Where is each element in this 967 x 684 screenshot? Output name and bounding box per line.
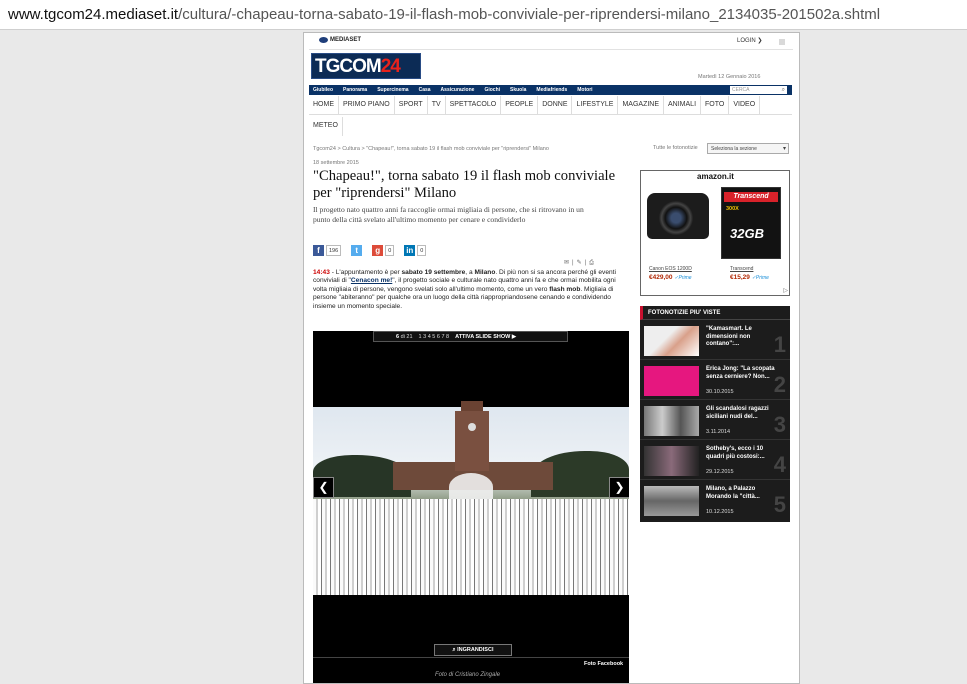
fotonotizia-item[interactable]: "Kamasmart. Le dimensioni non contano":.…	[640, 320, 790, 360]
gallery-photo[interactable]	[313, 401, 629, 595]
fotonotizia-thumbnail[interactable]	[644, 366, 699, 396]
nav-item-magazine[interactable]: MAGAZINE	[618, 96, 665, 114]
partner-link[interactable]: Panorama	[343, 87, 367, 93]
amazon-ad[interactable]: amazon.it Transcend 300X 32GB Canon EOS …	[640, 170, 790, 296]
nav-item-tv[interactable]: TV	[428, 96, 446, 114]
main-nav: HOME PRIMO PIANO SPORT TV SPETTACOLO PEO…	[309, 96, 792, 115]
product-price: €429,00 ✓Prime	[649, 274, 692, 281]
fotonotizie-box: FOTONOTIZIE PIU' VISTE "Kamasmart. Le di…	[640, 306, 790, 522]
googleplus-count: 0	[385, 245, 395, 256]
enlarge-button[interactable]: ⌕ INGRANDISCI	[434, 644, 512, 656]
current-date: Martedì 12 Gennaio 2016	[698, 74, 761, 80]
photo-gallery: 6 di 21 1 3 4 5 6 7 8 ATTIVA SLIDE SHOW ▶ …	[313, 331, 629, 683]
photo-credit-source: Foto Facebook	[584, 661, 624, 667]
partner-link[interactable]: Giochi	[484, 87, 500, 93]
gallery-footer: Foto Facebook Foto di Cristiano Zingale	[313, 657, 629, 683]
nav-item-home[interactable]: HOME	[309, 96, 339, 114]
linkedin-count: 0	[417, 245, 427, 256]
nav-item-donne[interactable]: DONNE	[538, 96, 573, 114]
partner-link[interactable]: Skuola	[510, 87, 526, 93]
facebook-count: 196	[326, 245, 342, 256]
fotonotizia-thumbnail[interactable]	[644, 326, 699, 356]
fotonotizie-label: Tutte le fotonotizie	[653, 145, 698, 151]
camera-image[interactable]	[647, 193, 709, 239]
search-input[interactable]: CERCA ⌕	[730, 86, 787, 94]
partner-link[interactable]: Casa	[419, 87, 431, 93]
search-icon[interactable]: ⌕	[782, 86, 785, 94]
partner-bar: Giubileo Panorama Supercinema Casa Assic…	[309, 85, 792, 95]
nav-item-spettacolo[interactable]: SPETTACOLO	[446, 96, 502, 114]
web-page: MEDIASET LOGIN ❯ TGCOM24 Martedì 12 Genn…	[303, 32, 800, 684]
article-body: 14:43 - L'appuntamento è per sabato 19 s…	[313, 269, 616, 310]
amazon-logo: amazon.it	[697, 172, 734, 181]
googleplus-icon[interactable]: g	[372, 245, 384, 256]
sd-card-image[interactable]: Transcend 300X 32GB	[721, 187, 781, 259]
top-strip: MEDIASET LOGIN ❯	[309, 36, 793, 50]
adchoices-icon[interactable]: ▷	[783, 287, 788, 294]
product-price: €15,29 ✓Prime	[730, 274, 769, 281]
fotonotizia-thumbnail[interactable]	[644, 446, 699, 476]
partner-link[interactable]: Assicurazione	[441, 87, 475, 93]
article-subtitle: Il progetto nato quattro anni fa raccogl…	[313, 205, 584, 224]
partner-link[interactable]: Mediafriends	[536, 87, 567, 93]
nav-item-primo-piano[interactable]: PRIMO PIANO	[339, 96, 395, 114]
fotonotizia-item[interactable]: Gli scandalosi ragazzi siciliani nudi de…	[640, 400, 790, 440]
fotonotizia-item[interactable]: Erica Jong: "La scopata senza cerniere? …	[640, 360, 790, 400]
social-share-bar: f 196 t g 0 in 0	[313, 245, 434, 256]
fotonotizia-item[interactable]: Sotheby's, ecco i 10 quadri più costosi:…	[640, 440, 790, 480]
mediaset-icon	[319, 37, 328, 43]
fotonotizia-thumbnail[interactable]	[644, 486, 699, 516]
login-link[interactable]: LOGIN ❯	[737, 37, 762, 44]
article-time: 14:43	[313, 269, 330, 276]
nav-item-people[interactable]: PEOPLE	[501, 96, 539, 114]
gallery-pager: 6 di 21 1 3 4 5 6 7 8 ATTIVA SLIDE SHOW ▶	[373, 331, 568, 342]
product-name-link[interactable]: Canon EOS 1200D	[649, 266, 692, 272]
section-select[interactable]: Seleziona la sezione ▾	[707, 143, 789, 154]
cenaconme-link[interactable]: Cenacon me!	[351, 277, 392, 284]
url-domain: www.tgcom24.mediaset.it	[8, 6, 179, 23]
photo-caption: Foto di Cristiano Zingale	[435, 672, 501, 678]
nav-item-meteo[interactable]: METEO	[309, 117, 343, 136]
nav-item-video[interactable]: VIDEO	[729, 96, 761, 114]
fotonotizie-header: FOTONOTIZIE PIU' VISTE	[640, 306, 790, 320]
fotonotizia-item[interactable]: Milano, a Palazzo Morando la "città... 1…	[640, 480, 790, 520]
twitter-icon[interactable]: t	[351, 245, 363, 256]
fotonotizia-thumbnail[interactable]	[644, 406, 699, 436]
linkedin-icon[interactable]: in	[404, 245, 416, 256]
breadcrumb[interactable]: Tgcom24 > Cultura > "Chapeau!", torna sa…	[313, 146, 549, 152]
article-title: "Chapeau!", torna sabato 19 il flash mob…	[313, 168, 616, 201]
product-name-link[interactable]: Transcend	[730, 266, 753, 272]
address-bar[interactable]: www.tgcom24.mediaset.it/cultura/-chapeau…	[0, 0, 967, 30]
article-date: 18 settembre 2015	[313, 160, 359, 166]
partner-link[interactable]: Supercinema	[377, 87, 408, 93]
nav-item-foto[interactable]: FOTO	[701, 96, 730, 114]
slideshow-button[interactable]: ATTIVA SLIDE SHOW ▶	[455, 332, 516, 341]
tgcom24-logo[interactable]: TGCOM24	[311, 53, 421, 79]
partner-link[interactable]: Motori	[577, 87, 592, 93]
gallery-prev-button[interactable]: ❮	[313, 477, 334, 498]
nav-item-sport[interactable]: SPORT	[395, 96, 428, 114]
gallery-page-links[interactable]: 1 3 4 5 6 7 8	[419, 332, 450, 341]
url-path: /cultura/-chapeau-torna-sabato-19-il-fla…	[178, 6, 881, 23]
article-tools[interactable]: ✉|✎|⎙	[564, 259, 597, 267]
facebook-icon[interactable]: f	[313, 245, 324, 256]
mediaset-logo[interactable]: MEDIASET	[319, 37, 361, 43]
gallery-next-button[interactable]: ❯	[609, 477, 629, 498]
chevron-down-icon: ▾	[782, 146, 786, 152]
gallery-current: 6	[396, 334, 400, 340]
nav-item-animali[interactable]: ANIMALI	[664, 96, 702, 114]
apps-grid-icon[interactable]	[779, 39, 785, 45]
nav-item-lifestyle[interactable]: LIFESTYLE	[572, 96, 619, 114]
partner-link[interactable]: Giubileo	[313, 87, 333, 93]
